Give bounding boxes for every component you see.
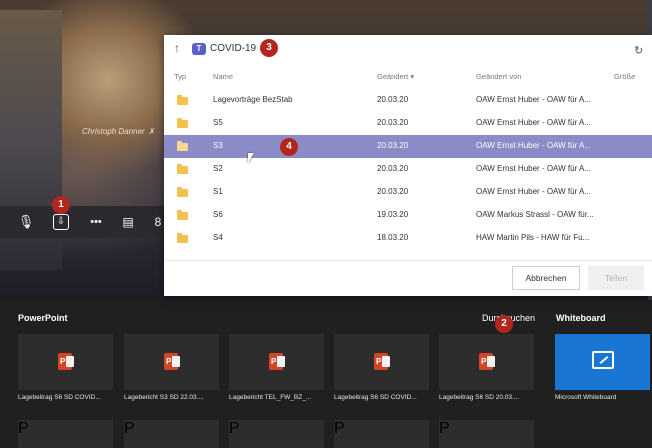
tile-caption: Lagebeitrag S6 SD COVID... [334,394,417,401]
row-name: S6 [213,210,223,219]
folder-icon [177,210,188,220]
ppt-tile-4[interactable]: P [334,334,429,390]
row-name: S3 [213,141,223,150]
table-row-selected[interactable]: S3 20.03.20 OAW Ernst Huber - OAW für A.… [164,135,652,158]
ppt-tile-row2[interactable]: P [18,420,113,448]
row-changed-by: OAW Ernst Huber - OAW für A... [476,141,591,150]
step-badge-2: 2 [495,315,513,333]
ppt-tile-2[interactable]: P [124,334,219,390]
powerpoint-icon: P [124,420,135,437]
table-row[interactable]: S2 20.03.20 OAW Ernst Huber - OAW für A.… [164,158,652,181]
mic-off-icon: ✗ [148,127,156,136]
row-name: S5 [213,118,223,127]
column-header-changed[interactable]: Geändert ▾ [377,72,414,81]
row-name: S1 [213,187,223,196]
powerpoint-icon: P [164,353,180,370]
table-row[interactable]: S1 20.03.20 OAW Ernst Huber - OAW für A.… [164,181,652,204]
refresh-icon[interactable]: ↻ [634,44,643,57]
ppt-tile-1[interactable]: P [18,334,113,390]
ppt-tile-row2[interactable]: P [229,420,324,448]
step-badge-1: 1 [52,196,70,214]
mic-off-icon[interactable]: 🎙︎ [16,212,36,232]
cancel-button[interactable]: Abbrechen [512,266,580,290]
folder-icon [177,187,188,197]
powerpoint-icon: P [18,420,29,437]
share-tray-icon[interactable]: ⇩ [53,214,69,230]
row-changed-by: OAW Ernst Huber - OAW für A... [476,164,591,173]
ppt-tile-row2[interactable]: P [439,420,534,448]
row-date: 20.03.20 [377,164,409,173]
row-changed-by: OAW Ernst Huber - OAW für A... [476,187,591,196]
more-actions-button[interactable]: ••• [86,212,106,232]
powerpoint-icon: P [58,353,74,370]
breadcrumb[interactable]: COVID-19 [210,43,256,54]
folder-icon [177,233,188,243]
dialog-header: ↑ T COVID-19 3 ↻ [164,35,652,65]
row-name: S4 [213,233,223,242]
tile-caption: Lagebericht S3 SD 22.03.... [124,394,204,401]
column-header-changed-by[interactable]: Geändert von [476,72,521,81]
share-tray: PowerPoint Durchsuchen Whiteboard P P P … [0,300,652,448]
table-row[interactable]: S5 20.03.20 OAW Ernst Huber - OAW für A.… [164,112,652,135]
whiteboard-tile[interactable] [555,334,650,390]
row-changed-by: HAW Martin Pils - HAW für Fu... [476,233,590,242]
ppt-tile-row2[interactable]: P [334,420,429,448]
row-changed-by: OAW Ernst Huber - OAW für A... [476,95,591,104]
dialog-divider [164,260,652,261]
powerpoint-icon: P [269,353,285,370]
folder-icon [177,118,188,128]
row-date: 20.03.20 [377,118,409,127]
mouse-cursor-icon [248,153,254,163]
row-changed-by: OAW Markus Strassl - OAW für... [476,210,594,219]
table-row[interactable]: Lagevorträge BezStab 20.03.20 OAW Ernst … [164,89,652,112]
column-header-type[interactable]: Typ [174,72,186,81]
folder-icon [177,141,188,151]
navigate-up-icon[interactable]: ↑ [174,41,180,55]
powerpoint-icon: P [374,353,390,370]
row-name: S2 [213,164,223,173]
tile-caption: Lagebericht TEL_FW_BZ_... [229,394,312,401]
row-date: 20.03.20 [377,141,409,150]
column-header-size[interactable]: Größe [614,72,635,81]
row-changed-by: OAW Ernst Huber - OAW für A... [476,118,591,127]
row-date: 20.03.20 [377,95,409,104]
ppt-tile-3[interactable]: P [229,334,324,390]
call-toolbar: 🎙︎ ⇩ ••• ▤ 8 [0,206,165,238]
tile-caption: Lagebeitrag S6 SD COVID... [18,394,101,401]
row-date: 20.03.20 [377,187,409,196]
powerpoint-icon: P [439,420,450,437]
tile-caption: Lagebeitrag S6 SD 20.03.... [439,394,520,401]
ppt-tile-5[interactable]: P [439,334,534,390]
powerpoint-icon: P [334,420,345,437]
file-picker-dialog: ↑ T COVID-19 3 ↻ Typ Name Geändert ▾ Geä… [164,35,652,296]
share-button[interactable]: Teilen [588,266,644,290]
table-row[interactable]: S6 19.03.20 OAW Markus Strassl - OAW für… [164,204,652,227]
table-row[interactable]: S4 18.03.20 HAW Martin Pils - HAW für Fu… [164,227,652,250]
whiteboard-icon [592,351,614,369]
participant-name: Christoph Danner [82,127,145,136]
whiteboard-section-label: Whiteboard [556,313,606,323]
folder-icon [177,95,188,105]
powerpoint-icon: P [229,420,240,437]
teams-icon: T [192,43,206,55]
step-badge-3: 3 [260,39,278,57]
powerpoint-section-label: PowerPoint [18,313,68,323]
row-date: 19.03.20 [377,210,409,219]
powerpoint-icon: P [479,353,495,370]
whiteboard-caption: Microsoft Whiteboard [555,394,617,401]
row-name: Lagevorträge BezStab [213,95,293,104]
chat-icon[interactable]: ▤ [118,212,138,232]
row-date: 18.03.20 [377,233,409,242]
step-badge-4: 4 [280,138,298,156]
column-header-name[interactable]: Name [213,72,233,81]
ppt-tile-row2[interactable]: P [124,420,219,448]
participant-name-tag: Christoph Danner ✗ [82,127,155,136]
folder-icon [177,164,188,174]
